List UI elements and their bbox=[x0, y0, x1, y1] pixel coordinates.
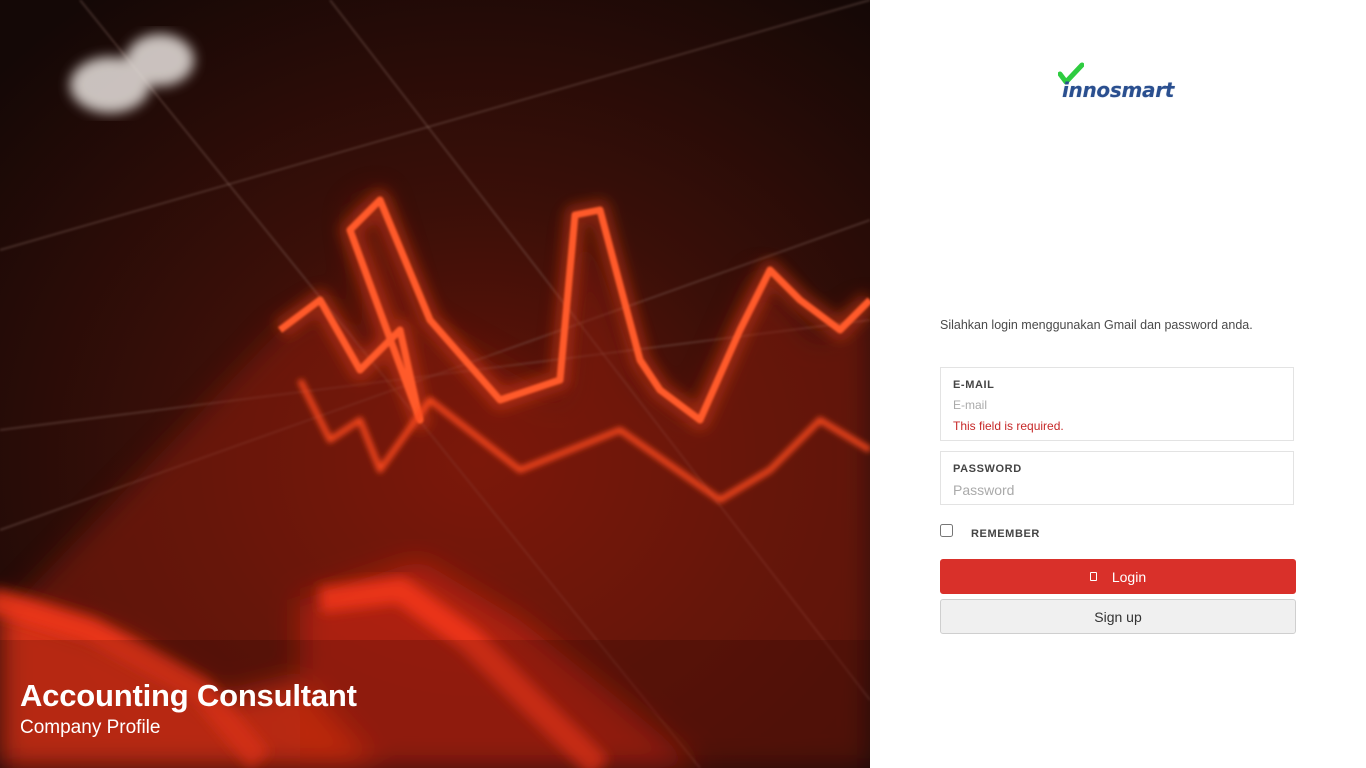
email-label: E-MAIL bbox=[953, 379, 995, 391]
login-page: Accounting Consultant Company Profile in… bbox=[0, 0, 1366, 768]
login-button[interactable]: Login bbox=[940, 559, 1296, 594]
password-field[interactable]: PASSWORD bbox=[940, 451, 1294, 505]
hero-panel: Accounting Consultant Company Profile bbox=[0, 0, 870, 768]
hero-title: Accounting Consultant bbox=[20, 678, 357, 713]
login-icon bbox=[1089, 572, 1097, 581]
brand-name: innosmart bbox=[1062, 78, 1175, 102]
email-error-message: This field is required. bbox=[953, 419, 1064, 433]
password-label: PASSWORD bbox=[953, 463, 1022, 475]
signup-button-label: Sign up bbox=[1094, 608, 1142, 625]
email-input[interactable] bbox=[953, 397, 1273, 413]
remember-checkbox[interactable] bbox=[940, 524, 953, 537]
password-input[interactable] bbox=[953, 481, 1273, 499]
email-field[interactable]: E-MAIL This field is required. bbox=[940, 367, 1294, 441]
hero-subtitle: Company Profile bbox=[20, 717, 161, 738]
signup-button[interactable]: Sign up bbox=[940, 599, 1296, 634]
brand-logo: innosmart bbox=[1058, 62, 1178, 104]
login-panel: innosmart Silahkan login menggunakan Gma… bbox=[870, 0, 1366, 768]
remember-label[interactable]: REMEMBER bbox=[971, 528, 1040, 540]
login-instructions: Silahkan login menggunakan Gmail dan pas… bbox=[940, 318, 1253, 332]
hero-stock-chart-image bbox=[0, 0, 870, 768]
login-button-label: Login bbox=[1111, 568, 1147, 585]
